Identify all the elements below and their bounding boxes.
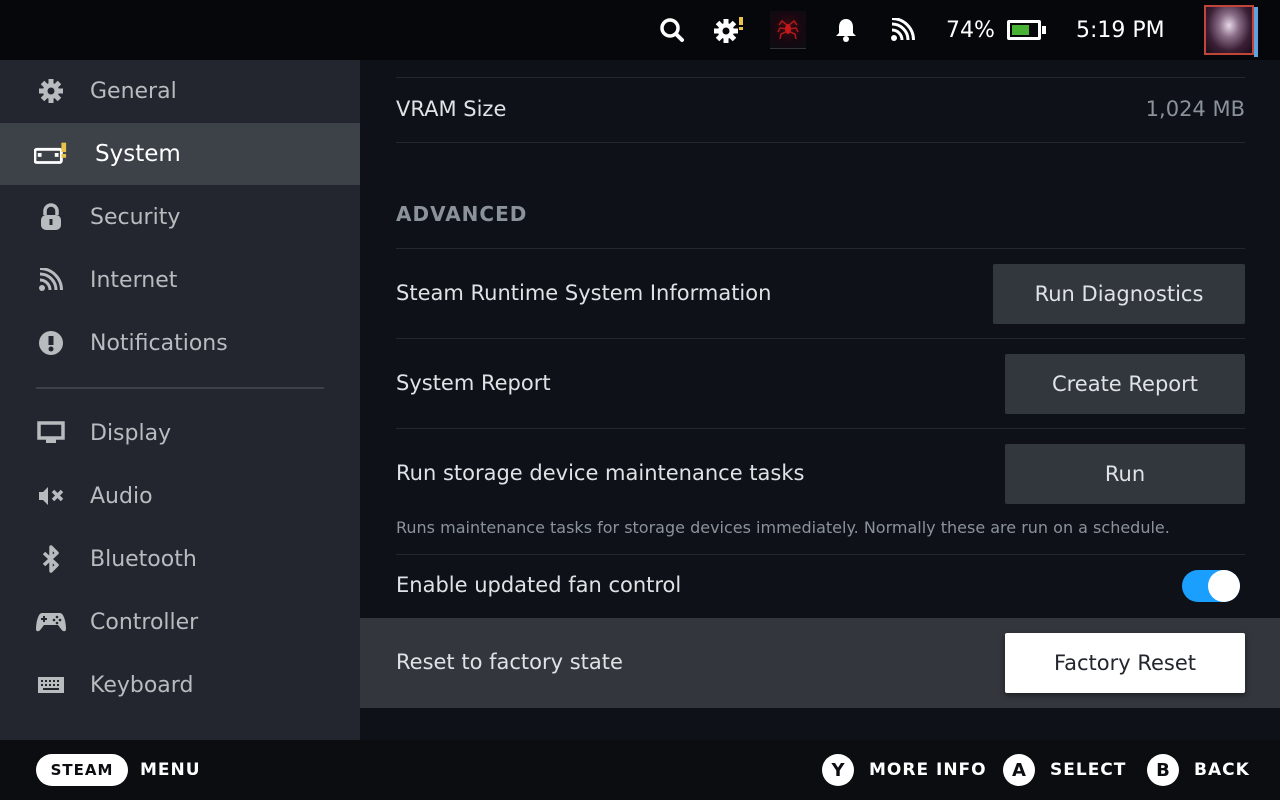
settings-sidebar: General System Security Internet Notific… bbox=[0, 60, 360, 740]
notifications-button[interactable] bbox=[832, 0, 860, 60]
menu-label: MENU bbox=[140, 760, 201, 780]
row-divider bbox=[396, 248, 1245, 249]
battery-tip bbox=[1041, 26, 1046, 34]
current-game-thumbnail[interactable] bbox=[770, 0, 806, 60]
storage-maintenance-label: Run storage device maintenance tasks bbox=[396, 461, 805, 485]
system-report-label: System Report bbox=[396, 371, 551, 395]
run-diagnostics-button[interactable]: Run Diagnostics bbox=[993, 264, 1245, 324]
search-button[interactable] bbox=[656, 0, 688, 60]
sidebar-divider bbox=[36, 387, 324, 389]
clock: 5:19 PM bbox=[1076, 17, 1165, 43]
sidebar-item-notifications[interactable]: Notifications bbox=[0, 312, 360, 374]
sidebar-item-bluetooth[interactable]: Bluetooth bbox=[0, 528, 360, 590]
sidebar-item-label: Notifications bbox=[90, 330, 228, 356]
user-avatar[interactable] bbox=[1202, 5, 1258, 57]
keyboard-icon bbox=[34, 670, 68, 700]
speaker-muted-icon bbox=[34, 481, 68, 511]
lock-icon bbox=[34, 202, 68, 232]
sidebar-item-label: Internet bbox=[90, 267, 178, 293]
battery-indicator[interactable] bbox=[1006, 0, 1046, 60]
battery-fill bbox=[1011, 25, 1030, 35]
a-button-icon[interactable]: A bbox=[1003, 754, 1035, 786]
row-divider bbox=[396, 142, 1245, 143]
gamepad-icon bbox=[34, 607, 68, 637]
sidebar-item-label: Display bbox=[90, 420, 172, 446]
bell-icon bbox=[836, 19, 856, 42]
wifi-icon bbox=[891, 18, 915, 41]
run-maintenance-button[interactable]: Run bbox=[1005, 444, 1245, 504]
alert-circle-icon bbox=[34, 328, 68, 358]
b-button-icon[interactable]: B bbox=[1147, 754, 1179, 786]
toggle-knob bbox=[1208, 570, 1240, 602]
y-button-icon[interactable]: Y bbox=[822, 754, 854, 786]
sidebar-item-display[interactable]: Display bbox=[0, 402, 360, 464]
sidebar-item-label: Security bbox=[90, 204, 181, 230]
steam-button[interactable]: STEAM bbox=[36, 754, 128, 786]
sidebar-item-security[interactable]: Security bbox=[0, 186, 360, 248]
sidebar-item-label: Keyboard bbox=[90, 672, 194, 698]
sidebar-item-internet[interactable]: Internet bbox=[0, 249, 360, 311]
top-status-bar: 74% 5:19 PM bbox=[0, 0, 1280, 60]
row-divider bbox=[396, 554, 1245, 555]
system-device-icon bbox=[34, 139, 68, 169]
back-label: BACK bbox=[1194, 760, 1250, 780]
spider-icon bbox=[777, 19, 799, 39]
factory-reset-button[interactable]: Factory Reset bbox=[1005, 633, 1245, 693]
search-icon bbox=[660, 18, 684, 42]
select-label: SELECT bbox=[1050, 760, 1127, 780]
row-divider bbox=[396, 428, 1245, 429]
sidebar-item-label: Controller bbox=[90, 609, 199, 635]
sidebar-item-controller[interactable]: Controller bbox=[0, 591, 360, 653]
factory-reset-label: Reset to factory state bbox=[396, 650, 623, 674]
battery-icon bbox=[1006, 20, 1041, 40]
section-title-advanced: ADVANCED bbox=[396, 202, 528, 226]
sidebar-item-label: Audio bbox=[90, 483, 153, 509]
settings-content: VRAM Size 1,024 MB ADVANCED Steam Runtim… bbox=[360, 60, 1280, 740]
vram-size-value: 1,024 MB bbox=[1145, 97, 1245, 121]
monitor-icon bbox=[34, 418, 68, 448]
spider-game-art bbox=[770, 11, 806, 49]
online-status-indicator bbox=[1254, 7, 1258, 57]
sidebar-item-general[interactable]: General bbox=[0, 60, 360, 122]
create-report-button[interactable]: Create Report bbox=[1005, 354, 1245, 414]
bluetooth-icon bbox=[34, 544, 68, 574]
sidebar-item-audio[interactable]: Audio bbox=[0, 465, 360, 527]
avatar-image bbox=[1204, 5, 1258, 57]
network-status[interactable] bbox=[888, 0, 918, 60]
fan-control-toggle[interactable] bbox=[1182, 570, 1240, 602]
settings-button[interactable] bbox=[712, 0, 746, 60]
gear-icon bbox=[34, 76, 68, 106]
sidebar-item-label: Bluetooth bbox=[90, 546, 197, 572]
vram-size-label: VRAM Size bbox=[396, 97, 507, 121]
sidebar-item-system[interactable]: System bbox=[0, 123, 360, 185]
sidebar-item-keyboard[interactable]: Keyboard bbox=[0, 654, 360, 716]
storage-maintenance-hint: Runs maintenance tasks for storage devic… bbox=[396, 518, 1170, 537]
bottom-hint-bar: STEAM MENU Y MORE INFO A SELECT B BACK bbox=[0, 740, 1280, 800]
sidebar-item-label: General bbox=[90, 78, 177, 104]
row-divider bbox=[396, 77, 1245, 78]
wifi-icon bbox=[34, 265, 68, 295]
gear-icon bbox=[714, 17, 743, 43]
runtime-info-label: Steam Runtime System Information bbox=[396, 281, 772, 305]
more-info-label: MORE INFO bbox=[869, 760, 987, 780]
row-divider bbox=[396, 338, 1245, 339]
fan-control-label: Enable updated fan control bbox=[396, 573, 682, 597]
sidebar-item-label: System bbox=[95, 141, 181, 167]
battery-percent: 74% bbox=[946, 17, 995, 43]
